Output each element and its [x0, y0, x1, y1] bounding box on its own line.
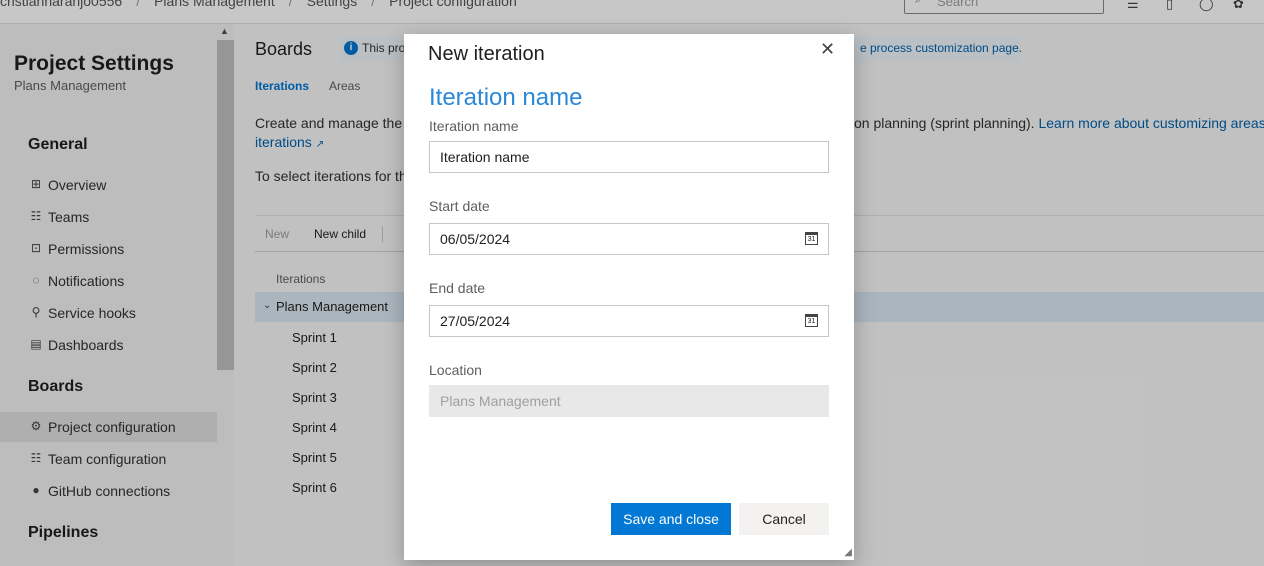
calendar-icon[interactable]: 31: [805, 314, 818, 327]
end-date-label: End date: [429, 280, 486, 296]
location-label: Location: [429, 362, 482, 378]
resize-grip-icon[interactable]: ◢: [844, 547, 852, 558]
start-date-label: Start date: [429, 198, 490, 214]
cancel-button[interactable]: Cancel: [739, 503, 829, 535]
dialog-heading: Iteration name: [429, 84, 583, 111]
calendar-icon[interactable]: 31: [805, 232, 818, 245]
start-date-field[interactable]: 06/05/2024 31: [429, 223, 829, 255]
new-iteration-dialog: New iteration ✕ Iteration name Iteration…: [404, 34, 854, 560]
iteration-name-input[interactable]: [429, 141, 829, 173]
dialog-title: New iteration: [428, 43, 545, 65]
end-date-value: 27/05/2024: [440, 313, 511, 329]
save-and-close-button[interactable]: Save and close: [611, 503, 731, 535]
iteration-name-label: Iteration name: [429, 118, 519, 134]
location-value: Plans Management: [440, 393, 561, 409]
location-field: Plans Management: [429, 385, 829, 417]
start-date-value: 06/05/2024: [440, 231, 511, 247]
end-date-field[interactable]: 27/05/2024 31: [429, 305, 829, 337]
close-icon[interactable]: ✕: [820, 39, 835, 60]
